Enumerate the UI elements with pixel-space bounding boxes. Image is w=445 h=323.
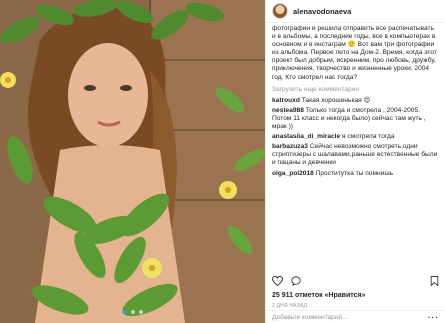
comment-username[interactable]: nestea988 — [272, 107, 304, 114]
more-options-icon[interactable]: ··· — [428, 313, 439, 322]
comment-item: barbazuza3 Сейчас невозможно смотреть,од… — [272, 143, 439, 167]
post-photo[interactable] — [0, 0, 265, 323]
comment-item: anastasiia_di_miracle я смотрела тогда — [272, 133, 439, 141]
photo-illustration — [0, 0, 265, 323]
post-header: alenavodonaeva — [266, 0, 445, 23]
post-caption: фотографии и решила отправить все распеч… — [272, 25, 437, 81]
add-comment-input[interactable]: Добавьте комментарий... — [272, 314, 428, 321]
heart-icon[interactable] — [272, 276, 283, 286]
carousel-dot — [138, 310, 143, 314]
post-details-panel: alenavodonaeva фотографии и решила отпра… — [265, 0, 445, 323]
bookmark-icon[interactable] — [430, 276, 439, 286]
comment-username[interactable]: olga_pol2018 — [272, 170, 314, 177]
comments-list: фотографии и решила отправить все распеч… — [266, 23, 445, 178]
comment-username[interactable]: katrouxd — [272, 97, 300, 104]
comment-username[interactable]: anastasiia_di_miracle — [272, 133, 340, 140]
avatar[interactable] — [272, 3, 288, 19]
load-more-comments-link[interactable]: Загрузить еще комментарии — [272, 86, 439, 94]
comment-item: nestea988 Только тогда и смотрела , 2004… — [272, 107, 439, 131]
comment-item: katrouxd Такая хорошенькая 😍 — [272, 97, 439, 105]
comment-item: olga_pol2018 Проститутка ты помнишь — [272, 170, 439, 178]
post-actions — [266, 276, 445, 286]
carousel-dot — [130, 310, 135, 314]
post-username[interactable]: alenavodonaeva — [293, 7, 351, 16]
comment-text: Проститутка ты помнишь — [315, 169, 394, 177]
carousel-dot-active — [122, 310, 127, 314]
comment-text: я смотрела тогда — [342, 133, 395, 141]
likes-count[interactable]: 25 911 отметок «Нравится» — [272, 292, 365, 299]
post-timestamp: 2 ДНЯ НАЗАД — [272, 303, 308, 309]
carousel-indicator — [0, 301, 265, 319]
comment-icon[interactable] — [291, 276, 301, 286]
comment-text: Такая хорошенькая 😍 — [301, 96, 371, 104]
comment-username[interactable]: barbazuza3 — [272, 143, 308, 150]
add-comment-bar: Добавьте комментарий... ··· — [266, 310, 445, 323]
